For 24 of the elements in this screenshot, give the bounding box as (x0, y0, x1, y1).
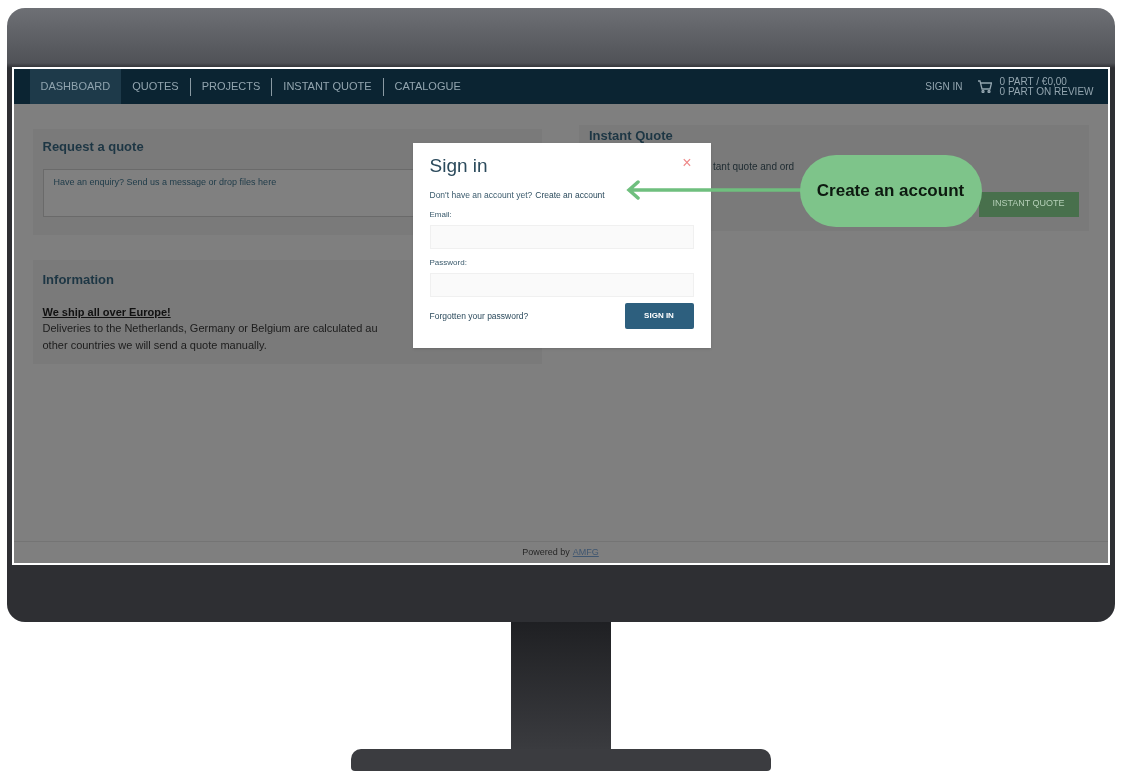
card-title: Instant Quote (589, 127, 674, 145)
instant-quote-text: tant quote and ord (713, 159, 796, 174)
nav-tab[interactable]: INSTANT QUOTE (272, 69, 383, 104)
cart-summary: 0 PART ON REVIEW (999, 86, 1094, 97)
account-prompt: Don't have an account yet? (429, 188, 533, 202)
nav-tab[interactable]: CATALOGUE (383, 69, 472, 104)
arrow-icon (625, 180, 802, 200)
forgot-password-link[interactable]: Forgotten your password? (429, 309, 529, 323)
sign-in-button[interactable]: SIGN IN (624, 303, 694, 330)
card-title: Request a quote (42, 138, 145, 156)
callout-text: Create an account (816, 180, 965, 203)
nav-tab[interactable]: PROJECTS (190, 69, 272, 104)
field-label: Password: (429, 257, 468, 270)
nav-tab[interactable]: QUOTES (121, 69, 190, 104)
instant-quote-button[interactable]: INSTANT QUOTE (978, 191, 1079, 217)
card-title: Information (42, 271, 115, 289)
shipping-text: Deliveries to the Netherlands, Germany or Belgium are calculated au (42, 321, 379, 336)
sign-in-link[interactable]: SIGN IN (925, 69, 963, 104)
create-account-link[interactable]: Create an account (535, 188, 605, 202)
shipping-text: other countries we will send a quote manually. (42, 337, 268, 353)
footer-text: Powered by (522, 545, 570, 559)
nav-tab[interactable]: DASHBOARD (29, 69, 122, 104)
cart-icon (976, 80, 992, 93)
cart-summary: 0 PART / €0,00 (999, 76, 1067, 87)
